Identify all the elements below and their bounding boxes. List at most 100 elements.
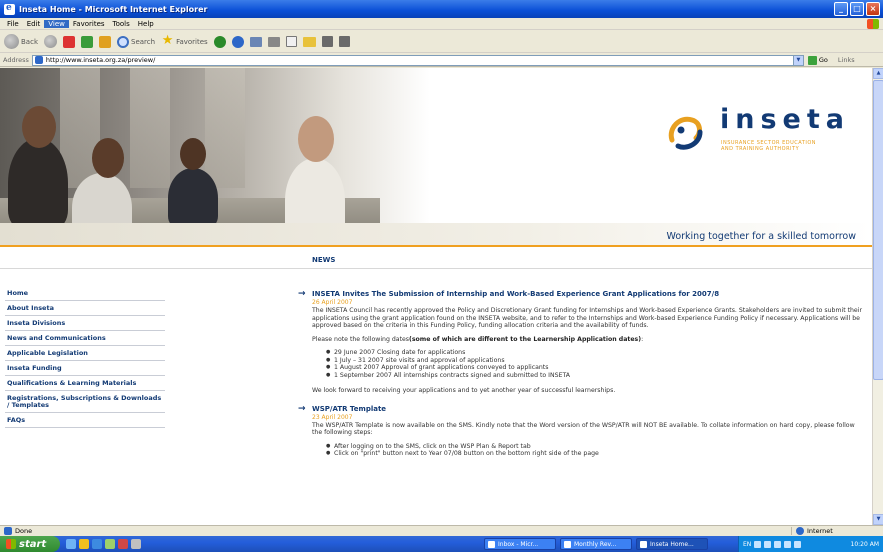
tray-icon[interactable] xyxy=(784,540,792,548)
home-button[interactable] xyxy=(99,35,111,48)
media-icon xyxy=(213,35,226,48)
go-button[interactable]: Go xyxy=(807,55,828,65)
edit-page-icon xyxy=(285,36,297,47)
task-list: Inbox - Micr... Monthly Rev... Inseta Ho… xyxy=(484,538,708,550)
menu-bar: File Edit View Favorites Tools Help xyxy=(0,18,883,30)
back-button[interactable]: Back xyxy=(4,34,38,49)
sidebar-item-faqs[interactable]: FAQs xyxy=(5,413,165,428)
task-inbox[interactable]: Inbox - Micr... xyxy=(484,538,556,550)
inseta-logo[interactable]: inseta INSURANCE SECTOR EDUCATION AND TR… xyxy=(664,104,864,166)
printer-icon xyxy=(267,36,280,47)
tray-icon[interactable] xyxy=(794,540,802,548)
list-item: 29 June 2007 Closing date for applicatio… xyxy=(326,349,863,357)
list-item: 1 July – 31 2007 site visits and approva… xyxy=(326,357,863,365)
window-controls: _ □ × xyxy=(834,2,880,16)
menu-view[interactable]: View xyxy=(44,19,69,28)
task-monthly-report[interactable]: Monthly Rev... xyxy=(560,538,632,550)
language-indicator[interactable]: EN xyxy=(743,541,751,548)
article-steps-list: After logging on to the SMS, click on th… xyxy=(326,443,863,458)
home-icon xyxy=(99,35,111,48)
refresh-button[interactable] xyxy=(81,35,93,48)
show-desktop-icon[interactable] xyxy=(66,539,76,549)
media-button[interactable] xyxy=(213,35,226,48)
task-label: Inbox - Micr... xyxy=(498,540,539,548)
windows-logo-icon xyxy=(867,19,879,29)
ie-icon[interactable] xyxy=(92,539,102,549)
media-player-icon[interactable] xyxy=(118,539,128,549)
sidebar-item-registrations[interactable]: Registrations, Subscriptions & Downloads… xyxy=(5,391,165,413)
article-note: Please note the following dates(some of … xyxy=(312,336,863,344)
vertical-scrollbar[interactable]: ▲ ▼ xyxy=(872,68,883,525)
forward-button[interactable] xyxy=(44,35,57,48)
sidebar-item-about[interactable]: About Inseta xyxy=(5,301,165,316)
menu-edit[interactable]: Edit xyxy=(23,20,45,28)
close-button[interactable]: × xyxy=(866,2,880,16)
tray-icon[interactable] xyxy=(754,540,762,548)
edit-button[interactable] xyxy=(285,36,297,47)
list-item: Click on "print" button next to Year 07/… xyxy=(326,450,863,458)
menu-tools[interactable]: Tools xyxy=(109,20,134,28)
outlook-icon[interactable] xyxy=(79,539,89,549)
list-item: 1 September 2007 All internships contrac… xyxy=(326,372,863,380)
article-body: The INSETA Council has recently approved… xyxy=(312,307,862,329)
tray-icon[interactable] xyxy=(774,540,782,548)
mail-button[interactable] xyxy=(249,36,262,47)
app-icon[interactable] xyxy=(131,539,141,549)
article-body: The WSP/ATR Template is now available on… xyxy=(312,421,855,437)
list-item: 1 August 2007 Approval of grant applicat… xyxy=(326,364,863,372)
article-title[interactable]: WSP/ATR Template xyxy=(312,405,863,414)
arrow-right-icon: → xyxy=(298,289,306,299)
window-title-bar[interactable]: Inseta Home - Microsoft Internet Explore… xyxy=(0,0,883,18)
menu-help[interactable]: Help xyxy=(134,20,158,28)
search-icon xyxy=(117,35,129,48)
research-icon xyxy=(321,36,333,47)
star-icon: ★ xyxy=(161,33,174,48)
article-note-suffix: : xyxy=(641,335,644,343)
links-button[interactable]: Links xyxy=(838,56,855,64)
maximize-button[interactable]: □ xyxy=(850,2,864,16)
article-title[interactable]: INSETA Invites The Submission of Interns… xyxy=(312,290,863,299)
start-label: start xyxy=(19,538,47,550)
address-input[interactable]: http://www.inseta.org.za/preview/ ▼ xyxy=(31,54,804,66)
article-note-prefix: Please note the following dates xyxy=(312,335,410,343)
messenger-icon[interactable] xyxy=(105,539,115,549)
search-button[interactable]: Search xyxy=(117,35,155,48)
logo-subtitle-line2: AND TRAINING AUTHORITY xyxy=(721,146,800,152)
article-dates-list: 29 June 2007 Closing date for applicatio… xyxy=(326,349,863,379)
news-article: → INSETA Invites The Submission of Inter… xyxy=(298,290,863,395)
start-button[interactable]: start xyxy=(0,536,60,552)
clock[interactable]: 10:20 AM xyxy=(851,541,879,548)
stop-button[interactable] xyxy=(63,35,75,48)
favorites-button[interactable]: ★ Favorites xyxy=(161,33,208,48)
minimize-button[interactable]: _ xyxy=(834,2,848,16)
chevron-down-icon[interactable]: ▼ xyxy=(792,55,803,65)
menu-file[interactable]: File xyxy=(3,20,23,28)
sidebar-item-home[interactable]: Home xyxy=(5,286,165,301)
task-inseta-home[interactable]: Inseta Home... xyxy=(636,538,708,550)
sidebar-item-news[interactable]: News and Communications xyxy=(5,331,165,346)
zone-label: Internet xyxy=(807,527,833,535)
history-icon xyxy=(231,35,244,48)
folder-button[interactable] xyxy=(302,36,316,47)
refresh-icon xyxy=(81,35,93,48)
menu-favorites[interactable]: Favorites xyxy=(69,20,109,28)
history-button[interactable] xyxy=(231,35,244,48)
ie-icon xyxy=(640,540,647,548)
scroll-up-icon[interactable]: ▲ xyxy=(873,68,883,79)
document-icon xyxy=(564,540,571,548)
tray-icon[interactable] xyxy=(764,540,772,548)
sidebar-item-divisions[interactable]: Inseta Divisions xyxy=(5,316,165,331)
folder-icon xyxy=(302,36,316,47)
globe-icon xyxy=(796,527,804,535)
sidebar-nav: Home About Inseta Inseta Divisions News … xyxy=(5,286,165,428)
sidebar-item-legislation[interactable]: Applicable Legislation xyxy=(5,346,165,361)
print-button[interactable] xyxy=(267,36,280,47)
back-arrow-icon xyxy=(4,34,19,49)
sidebar-item-qualifications[interactable]: Qualifications & Learning Materials xyxy=(5,376,165,391)
research-button[interactable] xyxy=(321,36,333,47)
scroll-down-icon[interactable]: ▼ xyxy=(873,514,883,525)
taskbar: start Inbox - Micr... Monthly Rev... Ins… xyxy=(0,536,883,552)
messenger-button[interactable] xyxy=(338,36,350,47)
scroll-thumb[interactable] xyxy=(873,80,883,380)
sidebar-item-funding[interactable]: Inseta Funding xyxy=(5,361,165,376)
